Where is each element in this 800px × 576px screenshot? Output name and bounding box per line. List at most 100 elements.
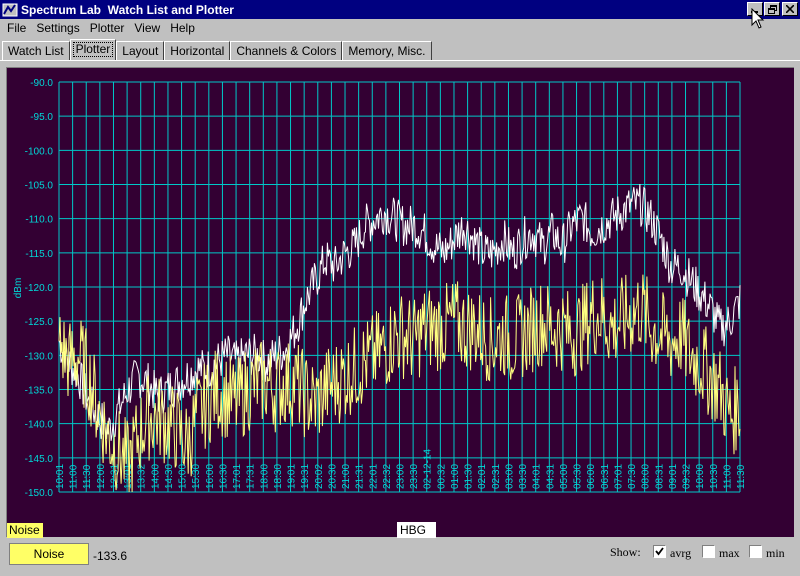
y-tick-label: -120.0 — [25, 283, 54, 294]
channel-label-noise: Noise — [7, 523, 43, 538]
x-tick-label: 03:30 — [518, 464, 529, 489]
x-tick-label: 15:30 — [191, 464, 202, 489]
y-tick-label: -140.0 — [25, 420, 54, 431]
x-tick-label: 03:00 — [504, 464, 515, 489]
x-tick-label: 01:30 — [464, 464, 475, 489]
y-tick-label: -125.0 — [25, 317, 54, 328]
tab-memory-misc[interactable]: Memory, Misc. — [342, 41, 432, 60]
max-label: max — [719, 546, 740, 560]
y-tick-label: -95.0 — [30, 112, 53, 123]
menu-plotter[interactable]: Plotter — [85, 21, 130, 35]
x-tick-label: 08:00 — [641, 464, 652, 489]
x-tick-label: 11:30 — [82, 464, 93, 489]
x-tick-label: 22:32 — [382, 464, 393, 489]
x-tick-label: 19:01 — [287, 464, 298, 489]
x-tick-label: 01:00 — [450, 464, 461, 489]
tab-horizontal[interactable]: Horizontal — [164, 41, 231, 60]
x-tick-label: 08:31 — [654, 464, 665, 489]
tab-channels-colors[interactable]: Channels & Colors — [230, 41, 343, 60]
noise-channel-button[interactable]: Noise — [9, 543, 89, 565]
x-tick-label: 09:01 — [668, 464, 679, 489]
x-tick-label: 16:30 — [218, 464, 229, 489]
max-checkbox[interactable] — [702, 545, 715, 558]
x-tick-label: 19:31 — [300, 464, 311, 489]
y-tick-label: -150.0 — [25, 488, 54, 499]
y-tick-label: -100.0 — [25, 146, 54, 157]
x-tick-label: 05:00 — [559, 464, 570, 489]
x-tick-label: 17:01 — [232, 464, 243, 489]
window-title: Spectrum Lab Watch List and Plotter — [21, 2, 234, 17]
x-tick-label: 23:30 — [409, 464, 420, 489]
x-tick-label: 16:00 — [205, 464, 216, 489]
y-axis-label: dBm — [13, 278, 24, 299]
x-tick-label: 10:00 — [695, 464, 706, 489]
y-tick-label: -105.0 — [25, 181, 54, 192]
min-label: min — [766, 546, 785, 560]
x-tick-label: 02:31 — [491, 464, 502, 489]
x-tick-label: 11:00 — [722, 464, 733, 489]
tab-watch-list[interactable]: Watch List — [2, 41, 70, 60]
tab-strip: Watch List Plotter Layout Horizontal Cha… — [2, 39, 432, 60]
menu-file[interactable]: File — [2, 21, 31, 35]
x-tick-label: 23:00 — [396, 464, 407, 489]
x-tick-label: 20:02 — [314, 464, 325, 489]
x-tick-label: 06:00 — [586, 464, 597, 489]
x-tick-label: 07:01 — [613, 464, 624, 489]
x-tick-label: 00:32 — [436, 464, 447, 489]
x-tick-label: 02-12-14 — [423, 449, 434, 489]
close-button[interactable] — [782, 2, 798, 16]
app-icon[interactable] — [2, 2, 18, 18]
spectrum-lab-window: Spectrum Lab Watch List and Plotter File… — [0, 0, 800, 576]
tab-plotter[interactable]: Plotter — [69, 39, 117, 60]
x-tick-label: 14:00 — [150, 464, 161, 489]
noise-value: -133.6 — [93, 549, 128, 563]
x-tick-label: 09:32 — [682, 464, 693, 489]
x-tick-label: 15:00 — [178, 464, 189, 489]
y-tick-label: -130.0 — [25, 351, 54, 362]
check-icon — [655, 547, 664, 556]
tab-layout[interactable]: Layout — [116, 41, 165, 60]
plot-area[interactable]: -90.0 -95.0 -100.0 -105.0 -110.0 -115.0 -120.0… — [6, 67, 794, 537]
avrg-checkbox[interactable] — [653, 545, 666, 558]
title-bar[interactable]: Spectrum Lab Watch List and Plotter — [0, 0, 800, 19]
x-tick-label: 14:30 — [164, 464, 175, 489]
y-tick-label: -110.0 — [25, 215, 53, 226]
avrg-label: avrg — [670, 546, 692, 560]
x-tick-label: 18:30 — [273, 464, 284, 489]
y-tick-label: -135.0 — [25, 386, 54, 397]
x-tick-label: 02:01 — [477, 464, 488, 489]
menu-view[interactable]: View — [129, 21, 165, 35]
x-tick-label: 07:30 — [627, 464, 638, 489]
x-tick-label: 22:01 — [368, 464, 379, 489]
x-tick-label: 21:31 — [355, 464, 366, 489]
x-tick-label: 17:31 — [246, 464, 257, 489]
chart-svg: -90.0 -95.0 -100.0 -105.0 -110.0 -115.0 -120.0… — [13, 78, 747, 499]
x-tick-label: 12:00 — [96, 464, 107, 489]
restore-icon — [767, 4, 777, 14]
close-icon — [786, 5, 794, 13]
x-tick-label: 20:30 — [327, 464, 338, 489]
y-tick-label: -90.0 — [30, 78, 53, 89]
x-tick-label: 21:00 — [341, 464, 352, 489]
x-tick-label: 11:30 — [736, 464, 747, 489]
y-tick-label: -115.0 — [25, 249, 53, 260]
x-tick-label: 10:30 — [709, 464, 720, 489]
bottom-bar: Noise -133.6 Show: avrg max min — [0, 538, 800, 576]
x-tick-label: 04:31 — [545, 464, 556, 489]
x-tick-label: 11:00 — [69, 464, 80, 489]
x-tick-label: 06:31 — [600, 464, 611, 489]
show-label: Show: — [610, 545, 641, 559]
menu-settings[interactable]: Settings — [31, 21, 84, 35]
plotter-panel: -90.0 -95.0 -100.0 -105.0 -110.0 -115.0 -120.0… — [0, 60, 800, 538]
menu-help[interactable]: Help — [165, 21, 200, 35]
restore-button[interactable] — [764, 2, 780, 16]
marker-label-hbg: HBG — [397, 522, 436, 538]
x-tick-label: 10:01 — [55, 464, 66, 489]
min-checkbox[interactable] — [749, 545, 762, 558]
y-tick-label: -145.0 — [25, 454, 54, 465]
x-tick-label: 05:30 — [573, 464, 584, 489]
x-tick-label: 04:01 — [532, 464, 543, 489]
x-tick-label: 13:32 — [137, 464, 148, 489]
x-tick-label: 18:00 — [259, 464, 270, 489]
menu-bar: File Settings Plotter View Help — [0, 19, 800, 37]
